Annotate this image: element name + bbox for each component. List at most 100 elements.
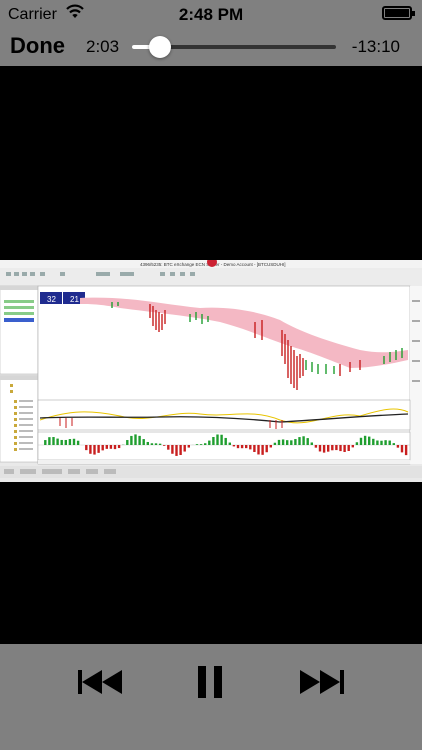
skip-forward-icon <box>300 670 344 694</box>
histogram-bar <box>318 445 322 452</box>
histogram-bar <box>216 434 219 445</box>
skip-back-button[interactable] <box>74 662 126 702</box>
histogram-bar <box>253 445 256 452</box>
histogram-bar <box>179 445 182 455</box>
battery-icon <box>382 6 415 20</box>
histogram-bar <box>56 438 59 445</box>
histogram-bar <box>76 440 80 445</box>
histogram-bar <box>187 445 190 448</box>
histogram-bar <box>396 445 400 448</box>
histogram-bar <box>257 445 260 455</box>
histogram-bar <box>322 445 326 453</box>
scrubber-thumb[interactable] <box>148 36 171 58</box>
histogram-bar <box>68 439 72 445</box>
histogram-bar <box>351 445 354 448</box>
histogram-bar <box>347 445 350 451</box>
done-button[interactable]: Done <box>10 33 65 59</box>
histogram-bar <box>384 440 387 445</box>
remaining-time: -13:10 <box>351 37 400 56</box>
histogram-bar <box>64 439 67 445</box>
histogram-bar <box>306 438 309 445</box>
histogram-bar <box>302 436 305 445</box>
histogram-bar <box>339 445 342 452</box>
histogram-bar <box>93 445 96 455</box>
skip-forward-button[interactable] <box>296 662 348 702</box>
histogram-bar <box>335 445 338 451</box>
histogram-bar <box>85 445 88 451</box>
histogram-bar <box>298 437 301 445</box>
histogram-bar <box>183 445 186 452</box>
histogram-bar <box>363 435 367 445</box>
histogram-bar <box>97 445 100 453</box>
histogram-bar <box>44 440 47 445</box>
histogram-bar <box>380 440 383 445</box>
histogram-bar <box>60 439 63 445</box>
histogram-bar <box>265 445 268 453</box>
playback-controls <box>0 644 422 750</box>
histogram-bar <box>134 434 137 445</box>
skip-back-icon <box>78 670 122 694</box>
histogram-bar <box>249 445 252 450</box>
elapsed-time: 2:03 <box>86 37 120 56</box>
histogram-bar <box>388 440 391 445</box>
histogram-bar <box>199 444 203 445</box>
histogram-bar <box>113 445 117 450</box>
video-area[interactable]: 4396/5235: BTC eXchange ECN Server - Dem… <box>0 66 422 644</box>
histogram-bar <box>208 440 211 445</box>
histogram-bar <box>310 442 313 445</box>
playback-scrubber[interactable] <box>132 36 336 58</box>
histogram-bar <box>117 445 121 449</box>
histogram-bar <box>372 438 375 445</box>
histogram-bar <box>343 445 346 452</box>
histogram-bar <box>105 445 108 449</box>
histogram-bar <box>167 445 170 450</box>
histogram-bar <box>261 445 264 455</box>
histogram-bar <box>368 436 371 445</box>
histogram-bar <box>89 445 92 454</box>
histogram-bar <box>236 445 240 449</box>
status-time: 2:48 PM <box>178 5 244 24</box>
histogram-bar <box>72 438 76 445</box>
histogram-bar <box>154 443 158 445</box>
histogram-bar <box>273 442 277 445</box>
trading-platform-screenshot: 4396/5235: BTC eXchange ECN Server - Dem… <box>0 257 422 552</box>
ask-price: 21 <box>70 295 79 304</box>
histogram-bar <box>171 445 174 454</box>
histogram-bar <box>376 440 379 445</box>
histogram-bar <box>277 439 281 445</box>
pause-icon <box>198 666 222 698</box>
pause-button[interactable] <box>184 662 236 702</box>
histogram-bar <box>404 445 408 456</box>
histogram-bar <box>392 443 395 445</box>
video-frame: 4396/5235: BTC eXchange ECN Server - Dem… <box>0 257 422 552</box>
histogram-bar <box>400 445 404 453</box>
histogram-bar <box>286 440 289 445</box>
histogram-bar <box>314 445 318 448</box>
histogram-bar <box>240 445 244 449</box>
histogram-bar <box>269 445 272 448</box>
bid-price: 32 <box>47 295 56 304</box>
histogram-bar <box>294 439 297 445</box>
histogram-bar <box>158 443 162 445</box>
histogram-bar <box>220 434 223 445</box>
histogram-bar <box>290 440 293 445</box>
player-top-bar: Done 2:03 -13:10 <box>0 28 422 66</box>
histogram-bar <box>175 445 178 456</box>
histogram-bar <box>228 442 231 445</box>
histogram-bar <box>142 439 145 445</box>
histogram-bar <box>126 440 129 445</box>
status-bar: Carrier 2:48 PM <box>0 0 422 28</box>
histogram-bar <box>163 445 166 446</box>
histogram-bar <box>150 443 154 445</box>
histogram-bar <box>109 445 113 449</box>
histogram-bar <box>146 441 149 445</box>
histogram-bar <box>331 445 334 451</box>
histogram-bar <box>281 439 285 445</box>
histogram-bar <box>327 445 330 452</box>
histogram-bar <box>224 437 227 445</box>
histogram-bar <box>355 442 359 445</box>
histogram-bar <box>52 437 55 445</box>
histogram-bar <box>212 437 215 445</box>
histogram-bar <box>138 435 141 445</box>
histogram-bar <box>101 445 104 451</box>
